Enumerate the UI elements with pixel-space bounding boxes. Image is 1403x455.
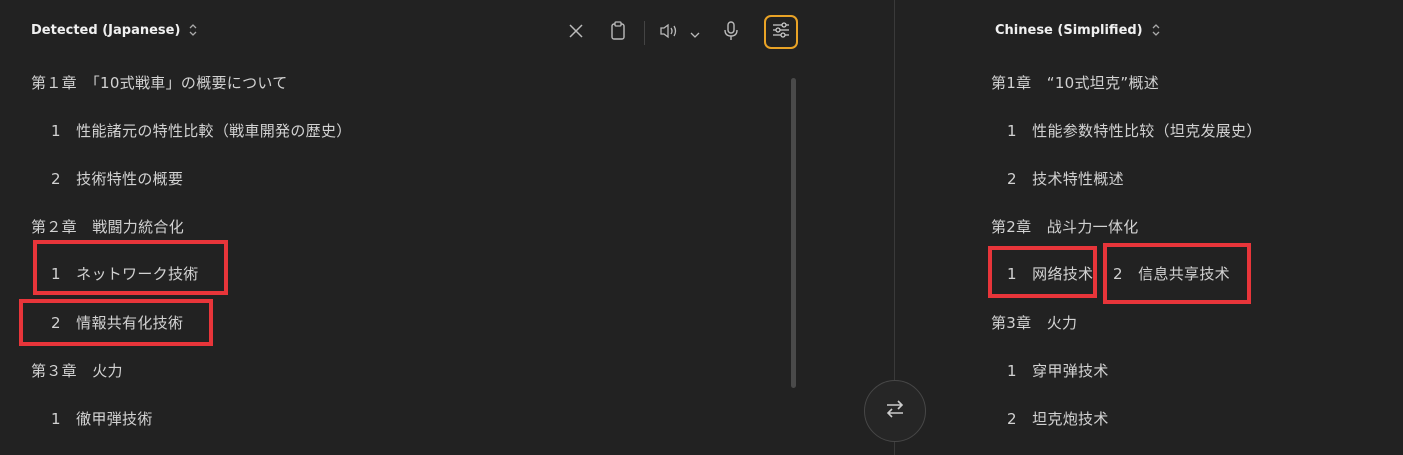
target-line: 2 技术特性概述 <box>1007 170 1124 188</box>
target-language-label: Chinese (Simplified) <box>995 22 1143 38</box>
swap-languages-button[interactable] <box>864 380 926 442</box>
copy-button[interactable] <box>603 18 633 48</box>
settings-sliders-icon <box>772 22 790 42</box>
target-line: 2 信息共享技术 <box>1113 265 1230 283</box>
chevron-down-icon <box>690 24 700 43</box>
source-language-select[interactable]: Detected (Japanese) <box>31 22 198 38</box>
source-line: 1 性能諸元の特性比較（戦車開発の歴史） <box>51 122 352 140</box>
source-language-label: Detected (Japanese) <box>31 22 181 38</box>
target-line: 第1章 “10式坦克”概述 <box>991 74 1160 92</box>
target-line: 第3章 火力 <box>991 314 1078 332</box>
target-line: 1 性能参数特性比较（坦克发展史） <box>1007 122 1262 140</box>
microphone-icon <box>723 21 739 45</box>
source-line: 2 技術特性の概要 <box>51 170 184 188</box>
target-line: 2 坦克炮技术 <box>1007 410 1109 428</box>
settings-button[interactable] <box>764 15 798 49</box>
target-line: 1 网络技术 <box>1007 265 1094 283</box>
source-line: 2 情報共有化技術 <box>51 314 184 332</box>
clipboard-icon <box>610 21 626 45</box>
target-line: 第2章 战斗力一体化 <box>991 218 1139 236</box>
updown-chevron-icon <box>188 22 198 38</box>
target-line: 1 穿甲弹技术 <box>1007 362 1109 380</box>
toolbar-divider <box>644 21 645 45</box>
source-line: 第３章 火力 <box>31 362 123 380</box>
translator-window: Detected (Japanese) 第１章 「10式戦車」の概要について 1… <box>0 0 1403 455</box>
source-scrollbar[interactable] <box>791 78 796 388</box>
updown-chevron-icon <box>1151 22 1161 38</box>
source-line: 1 徹甲弾技術 <box>51 410 153 428</box>
speak-button[interactable] <box>655 18 685 48</box>
clear-button[interactable] <box>561 18 591 48</box>
close-icon <box>568 23 584 43</box>
voice-options-dropdown[interactable] <box>682 18 708 48</box>
source-line: 1 ネットワーク技術 <box>51 265 199 283</box>
source-line: 第２章 戦闘力統合化 <box>31 218 185 236</box>
source-line: 第１章 「10式戦車」の概要について <box>31 74 288 92</box>
swap-arrows-icon <box>884 399 906 423</box>
target-language-select[interactable]: Chinese (Simplified) <box>995 22 1161 38</box>
dictate-button[interactable] <box>716 18 746 48</box>
speaker-icon <box>660 23 680 43</box>
